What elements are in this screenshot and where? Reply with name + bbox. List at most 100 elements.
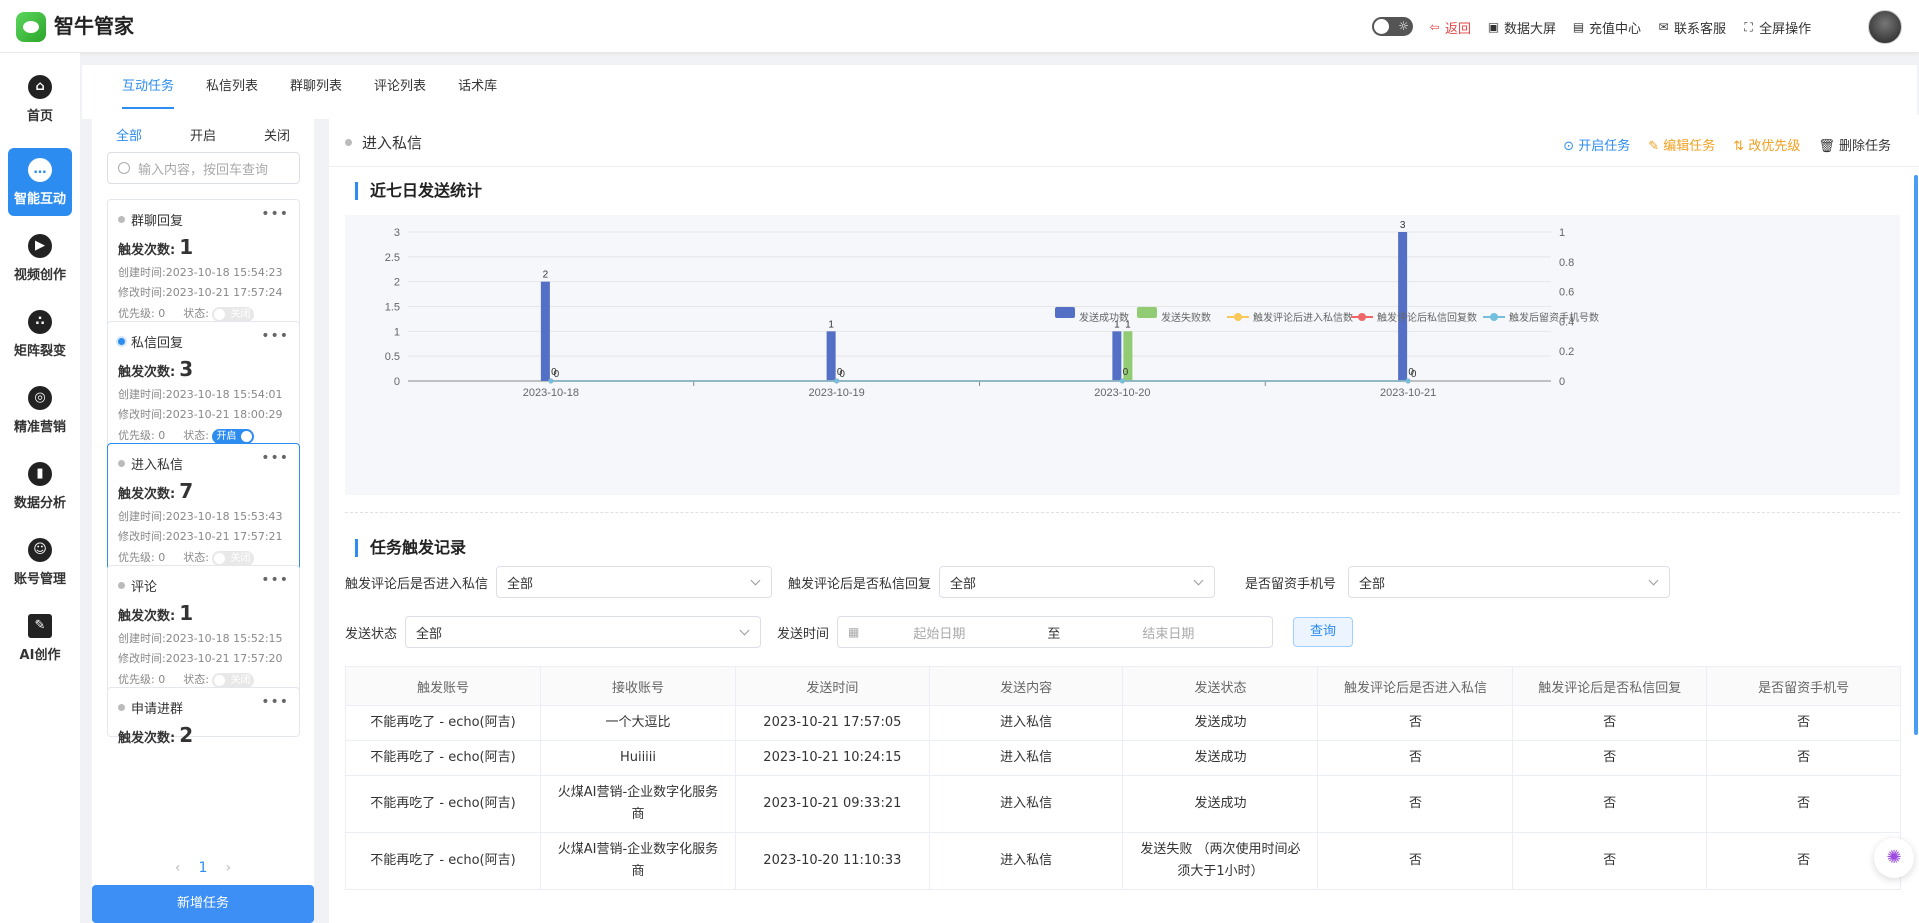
more-icon[interactable]: ••• — [261, 328, 289, 344]
task-card-title: 私信回复 — [131, 336, 184, 351]
task-card[interactable]: 申请进群 ••• 触发次数: 2 — [107, 687, 300, 747]
tab-group-list[interactable]: 群聊列表 — [290, 65, 342, 109]
priority: 优先级: 0 — [118, 549, 165, 565]
task-card[interactable]: 评论 ••• 触发次数: 1 创建时间:2023-10-18 15:52:15 修改时间:… — [107, 565, 300, 705]
nav-video-creation[interactable]: ▶ 视频创作 — [8, 224, 72, 292]
y-tick-label: 0 — [394, 376, 400, 388]
start-date-input[interactable]: 起始日期 — [913, 623, 965, 642]
next-page-icon[interactable]: › — [225, 860, 231, 876]
filter-reply-select[interactable]: 全部 — [939, 566, 1216, 598]
avatar[interactable] — [1868, 10, 1902, 44]
status-dot — [118, 338, 125, 345]
status-switch[interactable]: 开启 — [212, 428, 255, 444]
nav-matrix[interactable]: ∴ 矩阵裂变 — [8, 300, 72, 368]
enable-task-button[interactable]: ⊙ 开启任务 — [1563, 135, 1630, 154]
filter-all[interactable]: 全部 — [116, 125, 142, 144]
table-cell: 否 — [1317, 705, 1514, 741]
trigger-count: 触发次数: 2 — [118, 723, 289, 747]
edit-task-button[interactable]: ✎ 编辑任务 — [1648, 135, 1715, 154]
task-card[interactable]: 私信回复 ••• 触发次数: 3 创建时间:2023-10-18 15:54:01 修改时… — [107, 321, 300, 461]
table-cell: 否 — [1706, 832, 1901, 890]
line-point — [548, 378, 554, 384]
ai-assistant-icon[interactable]: ✺ — [1874, 838, 1914, 878]
tab-dm-list[interactable]: 私信列表 — [206, 65, 258, 109]
filter-enabled[interactable]: 开启 — [190, 125, 216, 144]
tab-interaction-tasks[interactable]: 互动任务 — [122, 65, 175, 109]
bar — [540, 281, 550, 381]
back-button[interactable]: ⇦ 返回 — [1428, 18, 1471, 37]
task-card-title: 群聊回复 — [131, 214, 184, 229]
data-screen-button[interactable]: ▣ 数据大屏 — [1487, 18, 1556, 37]
status-label: 状态: — [183, 307, 209, 320]
stats-chart: 0 0.5 1 1.5 2 2.5 3 0 0.2 0.4 0.6 0.8 1 2023-10-18 202… — [345, 215, 1900, 495]
x-tick-label: 2023-10-21 — [1380, 387, 1436, 399]
filter-dm-select[interactable]: 全部 — [496, 566, 773, 598]
modified-time: 2023-10-21 17:57:21 — [165, 530, 283, 543]
table-cell: 不能再吃了 - echo(阿吉) — [345, 775, 541, 833]
nav-smart-interaction[interactable]: … 智能互动 — [8, 148, 72, 216]
delete-task-button[interactable]: 🗑 删除任务 — [1818, 135, 1891, 154]
target-icon: ◎ — [28, 386, 52, 410]
task-card[interactable]: 群聊回复 ••• 触发次数: 1 创建时间:2023-10-18 15:54:23 修改时… — [107, 199, 300, 339]
more-icon[interactable]: ••• — [261, 694, 289, 710]
nav-ai-creation[interactable]: ✎ AI创作 — [8, 604, 72, 672]
filter-phone-value: 全部 — [1359, 576, 1386, 592]
nav-analytics[interactable]: ▮ 数据分析 — [8, 452, 72, 520]
created-time: 2023-10-18 15:53:43 — [165, 510, 283, 523]
nav-accounts[interactable]: ☺ 账号管理 — [8, 528, 72, 596]
column-header: 触发评论后是否私信回复 — [1512, 666, 1708, 706]
priority-label: 优先级: — [118, 429, 155, 443]
current-page[interactable]: 1 — [199, 860, 208, 876]
support-button[interactable]: ✉ 联系客服 — [1657, 18, 1727, 37]
table-cell: 否 — [1706, 705, 1901, 741]
nav-label: 账号管理 — [13, 572, 66, 587]
more-icon[interactable]: ••• — [261, 572, 289, 588]
chart-icon: ▮ — [28, 462, 52, 486]
priority-label: 优先级: — [118, 307, 155, 321]
support-label: 联系客服 — [1674, 21, 1727, 37]
home-icon: ⌂ — [28, 75, 52, 99]
status-switch[interactable]: 关闭 — [212, 306, 255, 322]
pagination: ‹ 1 › — [92, 860, 314, 876]
y2-tick-label: 0.2 — [1559, 346, 1574, 358]
priority-value: 0 — [158, 429, 166, 443]
stats-title: 近七日发送统计 — [355, 182, 482, 200]
task-search-input[interactable]: 输入内容，按回车查询 — [107, 152, 300, 184]
status-switch[interactable]: 关闭 — [212, 550, 255, 566]
status-dot — [118, 704, 125, 711]
status-switch[interactable]: 关闭 — [212, 672, 255, 688]
legend-label: 触发评论后私信回复数 — [1377, 311, 1477, 324]
tab-comment-list[interactable]: 评论列表 — [374, 65, 426, 109]
fullscreen-button[interactable]: ⛶ 全屏操作 — [1742, 18, 1811, 37]
x-tick-label: 2023-10-19 — [808, 387, 864, 399]
trigger-count-label: 触发次数: — [118, 243, 176, 258]
change-priority-button[interactable]: ⇅ 改优先级 — [1733, 135, 1800, 154]
more-icon[interactable]: ••• — [261, 206, 289, 222]
column-header: 接收账号 — [539, 666, 736, 706]
task-card-meta: 创建时间:2023-10-18 15:54:23 修改时间:2023-10-21 … — [118, 263, 289, 303]
end-date-input[interactable]: 结束日期 — [1142, 623, 1194, 642]
ai-write-icon: ✎ — [28, 614, 52, 638]
nav-home[interactable]: ⌂ 首页 — [8, 65, 72, 133]
search-icon — [118, 162, 130, 174]
table-cell: 否 — [1706, 740, 1901, 776]
theme-toggle[interactable] — [1372, 17, 1413, 36]
nav-label: AI创作 — [19, 648, 61, 663]
new-task-button[interactable]: 新增任务 — [92, 885, 314, 923]
date-range-picker[interactable]: ▦ 起始日期 至 结束日期 — [837, 616, 1274, 648]
table-cell: 不能再吃了 - echo(阿吉) — [345, 740, 541, 776]
filter-disabled[interactable]: 关闭 — [264, 125, 290, 144]
task-card[interactable]: 进入私信 ••• 触发次数: 7 创建时间:2023-10-18 15:53:43 修改时… — [107, 443, 300, 583]
recharge-button[interactable]: ▤ 充值中心 — [1572, 18, 1641, 37]
nav-label: 智能互动 — [13, 192, 66, 207]
table-cell: 否 — [1706, 775, 1901, 833]
prev-page-icon[interactable]: ‹ — [175, 860, 181, 876]
scrollbar[interactable] — [1914, 175, 1918, 735]
nav-marketing[interactable]: ◎ 精准营销 — [8, 376, 72, 444]
filter-status-select[interactable]: 全部 — [405, 616, 762, 648]
trigger-count: 触发次数: 3 — [118, 357, 289, 381]
more-icon[interactable]: ••• — [261, 450, 289, 466]
filter-phone-select[interactable]: 全部 — [1348, 566, 1671, 598]
query-button[interactable]: 查询 — [1293, 617, 1354, 647]
tab-script-library[interactable]: 话术库 — [458, 65, 497, 109]
